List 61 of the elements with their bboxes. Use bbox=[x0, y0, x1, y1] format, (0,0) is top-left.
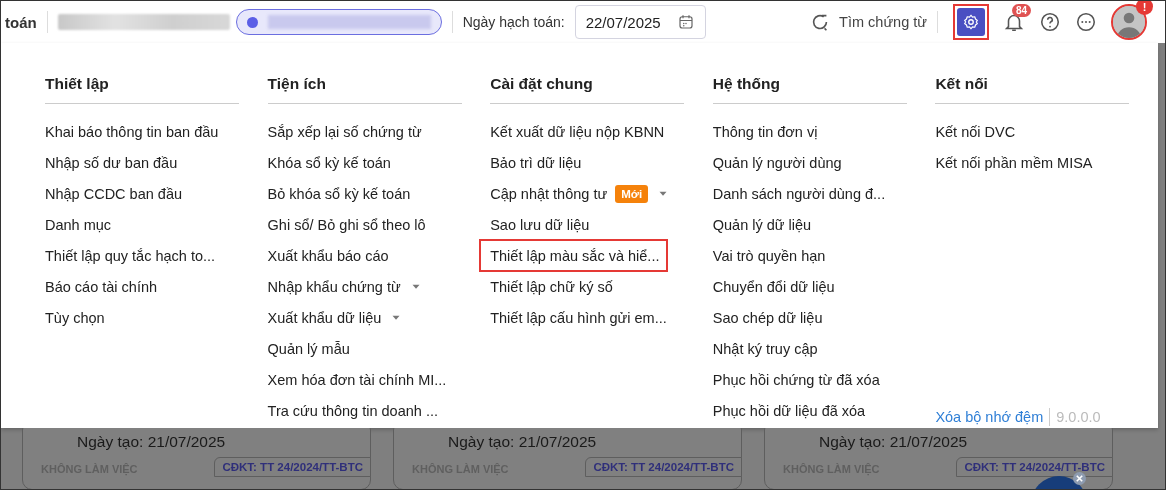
created-date: Ngày tạo: 21/07/2025 bbox=[77, 433, 226, 451]
menu-item[interactable]: Tùy chọn bbox=[45, 302, 268, 333]
menu-item[interactable]: Ghi sổ/ Bỏ ghi sổ theo lô bbox=[267, 209, 491, 240]
menu-item[interactable]: Kết nối phần mềm MISA bbox=[935, 147, 1158, 178]
menu-item[interactable]: Thiết lập quy tắc hạch to... bbox=[45, 240, 268, 271]
alert-badge: ! bbox=[1136, 1, 1153, 15]
menu-item[interactable]: Xem hóa đơn tài chính MI... bbox=[267, 364, 491, 395]
menu-item[interactable]: Bảo trì dữ liệu bbox=[490, 147, 713, 178]
menu-item[interactable]: Khai báo thông tin ban đầu bbox=[45, 116, 268, 147]
menu-item[interactable]: Bỏ khóa sổ kỳ kế toán bbox=[267, 178, 491, 209]
help-icon bbox=[1039, 11, 1061, 33]
menu-item[interactable]: Cập nhật thông tư Mới bbox=[490, 178, 713, 209]
regime-tag: CĐKT: TT 24/2024/TT-BTC bbox=[956, 457, 1113, 477]
settings-icon bbox=[962, 13, 980, 31]
menu-item[interactable]: Phục hồi chứng từ đã xóa bbox=[712, 364, 936, 395]
new-badge: Mới bbox=[615, 184, 649, 203]
menu-item[interactable]: Nhập CCDC ban đầu bbox=[45, 178, 268, 209]
menu-item[interactable]: Quản lý người dùng bbox=[712, 147, 936, 178]
menu-section-title: Thiết lập bbox=[45, 75, 239, 104]
menu-item[interactable]: Phục hồi dữ liệu đã xóa bbox=[712, 395, 936, 426]
created-date: Ngày tạo: 21/07/2025 bbox=[819, 433, 968, 451]
menu-item[interactable]: Nhập khẩu chứng từ bbox=[267, 271, 491, 302]
menu-item[interactable]: Xuất khẩu dữ liệu bbox=[267, 302, 491, 333]
menu-item[interactable]: Sao lưu dữ liệu bbox=[490, 209, 713, 240]
regime-tag: CĐKT: TT 24/2024/TT-BTC bbox=[214, 457, 371, 477]
menu-item[interactable]: Thiết lập cấu hình gửi em... bbox=[490, 302, 713, 333]
menu-item[interactable]: Tra cứu thông tin doanh ... bbox=[267, 395, 491, 426]
version-label: 9.0.0.0 bbox=[1056, 409, 1101, 425]
menu-item[interactable]: Kết nối DVC bbox=[935, 116, 1158, 147]
menu-item[interactable]: Báo cáo tài chính bbox=[45, 271, 268, 302]
menu-section-title: Kết nối bbox=[935, 75, 1130, 104]
clear-cache-link[interactable]: Xóa bộ nhớ đệm bbox=[935, 409, 1044, 425]
menu-item[interactable]: Kết xuất dữ liệu nộp KBNN bbox=[490, 116, 713, 147]
date-label: Ngày hạch toán: bbox=[462, 14, 565, 30]
menu-item[interactable]: Danh sách người dùng đ... bbox=[712, 178, 936, 209]
company-selector[interactable] bbox=[235, 9, 442, 35]
date-field[interactable]: 22/07/2025 bbox=[574, 5, 706, 39]
menu-section-title: Tiện ích bbox=[267, 75, 462, 104]
menu-item[interactable]: Quản lý mẫu bbox=[267, 333, 491, 364]
app-title: toán bbox=[5, 13, 37, 31]
menu-item[interactable]: Sao chép dữ liệu bbox=[712, 302, 936, 333]
more-icon bbox=[1075, 11, 1097, 33]
menu-item[interactable]: Danh mục bbox=[45, 209, 268, 240]
calendar-icon bbox=[676, 13, 695, 31]
menu-item[interactable]: Nhật ký truy cập bbox=[712, 333, 936, 364]
menu-section-title: Hệ thống bbox=[712, 75, 907, 104]
menu-item[interactable]: Vai trò quyền hạn bbox=[712, 240, 936, 271]
menu-item[interactable]: Thiết lập chữ ký số bbox=[490, 271, 713, 302]
menu-item[interactable]: Chuyển đổi dữ liệu bbox=[712, 271, 936, 302]
created-date: Ngày tạo: 21/07/2025 bbox=[448, 433, 597, 451]
search-documents-link[interactable]: Tìm chứng từ bbox=[839, 14, 927, 30]
close-icon bbox=[1073, 472, 1086, 485]
menu-item[interactable]: Nhập số dư ban đầu bbox=[45, 147, 268, 178]
menu-item[interactable]: Khóa sổ kỳ kế toán bbox=[267, 147, 491, 178]
menu-item[interactable]: Quản lý dữ liệu bbox=[712, 209, 936, 240]
regime-tag: CĐKT: TT 24/2024/TT-BTC bbox=[585, 457, 742, 477]
notification-badge: 84 bbox=[1012, 4, 1032, 17]
menu-item[interactable]: Sắp xếp lại số chứng từ bbox=[267, 116, 491, 147]
menu-section-title: Cài đặt chung bbox=[490, 75, 685, 104]
menu-item[interactable]: Thông tin đơn vị bbox=[712, 116, 936, 147]
avatar-icon bbox=[1113, 6, 1145, 38]
